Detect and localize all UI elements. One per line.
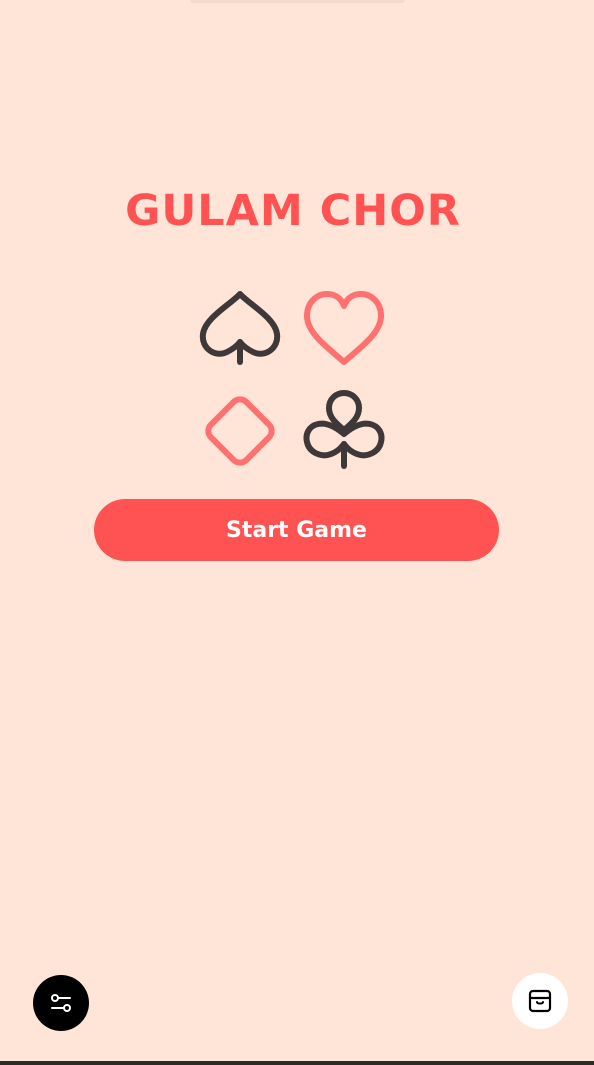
spade-icon	[197, 286, 283, 372]
settings-sliders-icon	[48, 990, 74, 1016]
game-title: GULAM CHOR	[125, 186, 461, 236]
bottom-system-bar	[0, 1061, 594, 1065]
diamond-icon	[197, 388, 283, 474]
start-game-button[interactable]: Start Game	[94, 499, 499, 561]
archive-button[interactable]	[512, 973, 568, 1029]
archive-box-icon	[527, 988, 553, 1014]
heart-icon	[301, 288, 387, 374]
club-icon	[301, 388, 387, 474]
top-sheet-handle	[190, 0, 405, 3]
settings-button[interactable]	[33, 975, 89, 1031]
